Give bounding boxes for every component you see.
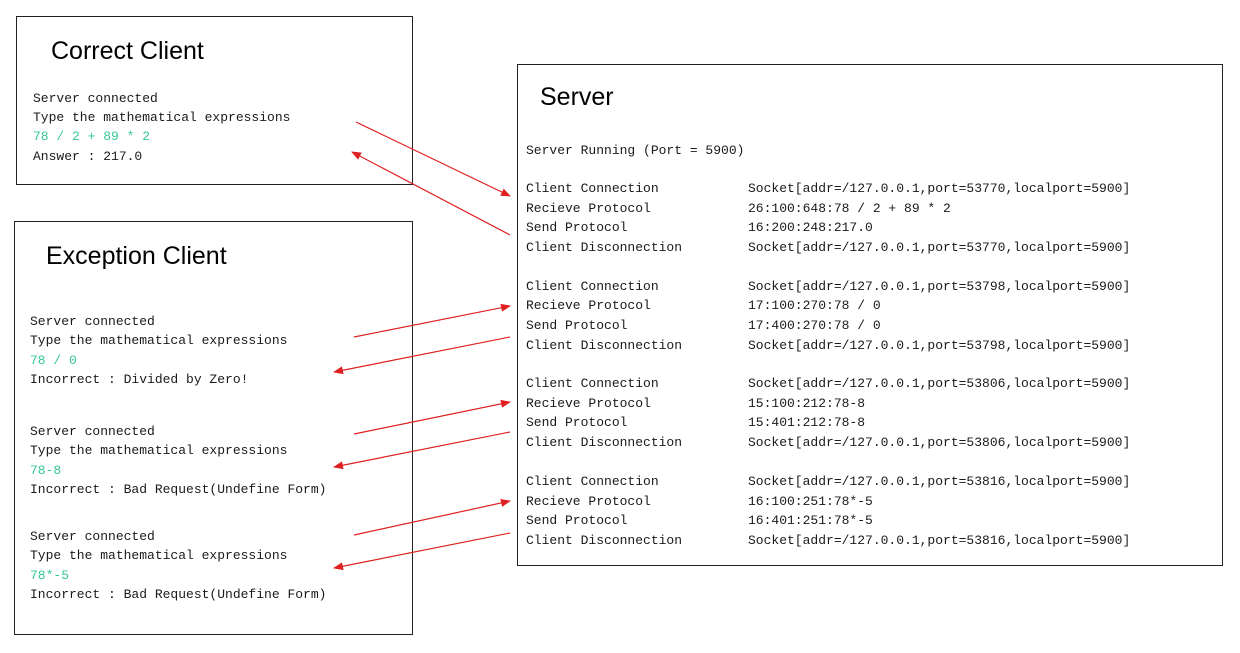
exception-line: Server connected: [30, 529, 155, 544]
correct-client-title: Correct Client: [51, 37, 204, 65]
exception-line: Server connected: [30, 424, 155, 439]
correct-answer-line: Answer : 217.0: [33, 149, 143, 164]
server-row-value: Socket[addr=/127.0.0.1,port=53770,localp…: [748, 240, 1131, 255]
server-row-value: 16:401:251:78*-5: [748, 513, 873, 528]
server-row-label: Recieve Protocol: [526, 298, 651, 313]
server-row-value: Socket[addr=/127.0.0.1,port=53816,localp…: [748, 474, 1131, 489]
exception-line: Type the mathematical expressions: [30, 443, 288, 458]
exception-input-line: 78-8: [30, 463, 62, 478]
exception-result-line: Incorrect : Divided by Zero!: [30, 372, 249, 387]
server-row-label: Recieve Protocol: [526, 201, 651, 216]
exception-result-line: Incorrect : Bad Request(Undefine Form): [30, 587, 327, 602]
exception-line: Type the mathematical expressions: [30, 333, 288, 348]
server-row-label: Client Connection: [526, 474, 659, 489]
server-row-value: 15:100:212:78-8: [748, 396, 866, 411]
server-row-value: 17:400:270:78 / 0: [748, 318, 881, 333]
server-row-label: Client Connection: [526, 376, 659, 391]
server-row-value: 26:100:648:78 / 2 + 89 * 2: [748, 201, 951, 216]
server-row-value: 17:100:270:78 / 0: [748, 298, 881, 313]
exception-line: Type the mathematical expressions: [30, 548, 288, 563]
server-row-label: Recieve Protocol: [526, 396, 651, 411]
server-row-label: Client Connection: [526, 279, 659, 294]
correct-line: Type the mathematical expressions: [33, 110, 291, 125]
correct-line: Server connected: [33, 91, 158, 106]
server-row-label: Send Protocol: [526, 220, 628, 235]
exception-input-line: 78*-5: [30, 568, 70, 583]
server-row-label: Client Disconnection: [526, 338, 683, 353]
server-row-value: Socket[addr=/127.0.0.1,port=53798,localp…: [748, 338, 1131, 353]
server-title: Server: [540, 83, 614, 111]
server-row-label: Send Protocol: [526, 415, 628, 430]
server-row-label: Send Protocol: [526, 513, 628, 528]
correct-client-panel: Correct Client Server connected Type the…: [16, 16, 413, 185]
server-row-label: Client Connection: [526, 181, 659, 196]
server-row-value: Socket[addr=/127.0.0.1,port=53806,localp…: [748, 376, 1131, 391]
server-row-label: Client Disconnection: [526, 240, 683, 255]
server-row-value: Socket[addr=/127.0.0.1,port=53798,localp…: [748, 279, 1131, 294]
server-panel: Server Server Running (Port = 5900) Clie…: [517, 64, 1223, 566]
server-row-value: 16:100:251:78*-5: [748, 494, 873, 509]
server-running-line: Server Running (Port = 5900): [526, 143, 745, 158]
server-row-value: Socket[addr=/127.0.0.1,port=53816,localp…: [748, 533, 1131, 548]
server-row-value: Socket[addr=/127.0.0.1,port=53770,localp…: [748, 181, 1131, 196]
server-row-value: 15:401:212:78-8: [748, 415, 866, 430]
server-row-label: Client Disconnection: [526, 435, 683, 450]
server-row-value: 16:200:248:217.0: [748, 220, 873, 235]
server-row-label: Client Disconnection: [526, 533, 683, 548]
exception-client-title: Exception Client: [46, 242, 227, 270]
server-row-label: Recieve Protocol: [526, 494, 651, 509]
exception-result-line: Incorrect : Bad Request(Undefine Form): [30, 482, 327, 497]
exception-client-panel: Exception Client Server connected Type t…: [14, 221, 413, 635]
server-row-value: Socket[addr=/127.0.0.1,port=53806,localp…: [748, 435, 1131, 450]
correct-input-line: 78 / 2 + 89 * 2: [33, 129, 151, 144]
exception-line: Server connected: [30, 314, 155, 329]
server-row-label: Send Protocol: [526, 318, 628, 333]
exception-input-line: 78 / 0: [30, 353, 77, 368]
